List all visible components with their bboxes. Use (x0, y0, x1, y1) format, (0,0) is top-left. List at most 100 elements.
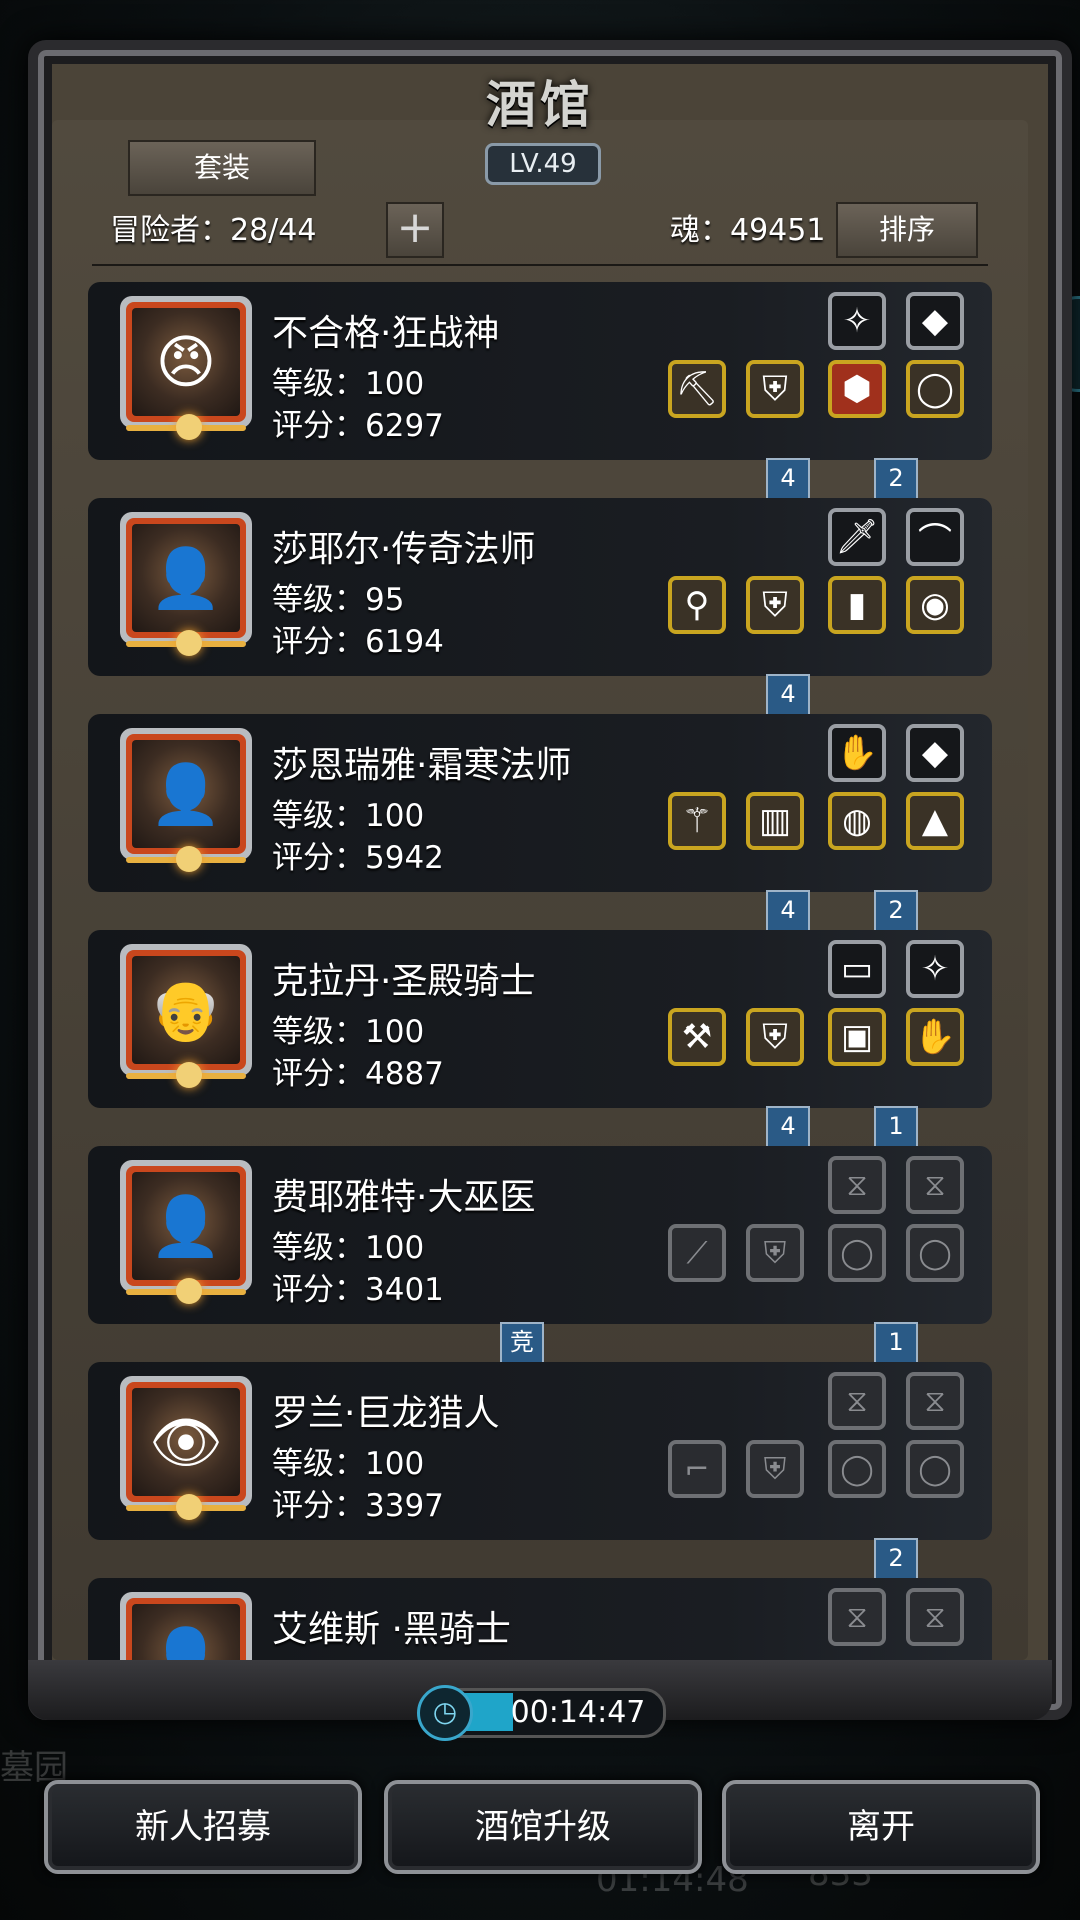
hero-level: 等级：100 (272, 798, 425, 834)
title-plate: 酒馆 LV.49 (420, 55, 660, 185)
tavern-level-badge: LV.49 (485, 143, 601, 185)
artifact-slot[interactable]: ⧖ (828, 1372, 886, 1430)
equipment-slot[interactable]: ⛨ (746, 1008, 804, 1066)
hero-score: 评分：6297 (272, 408, 444, 444)
equipment-slot[interactable]: ⚚ (668, 792, 726, 850)
equipment-slot[interactable]: ▥ (746, 792, 804, 850)
equipment-slot[interactable]: ⬢ (828, 360, 886, 418)
portrait-frame: 👁 (126, 1382, 246, 1502)
artifact-slot[interactable]: ⧖ (906, 1588, 964, 1646)
portrait-frame: 👤 (126, 1598, 246, 1662)
hero-level: 等级：100 (272, 1014, 425, 1050)
adventurer-count: 冒险者：28/44 (110, 213, 317, 248)
hero-score: 评分：6194 (272, 624, 444, 660)
artifact-slot[interactable]: 🗡 (828, 508, 886, 566)
hero-portrait[interactable]: 😠 (120, 296, 252, 440)
hero-avatar: 👴 (132, 956, 240, 1064)
equipment-slot[interactable]: ⛨ (746, 1440, 804, 1498)
moon-emblem-icon (120, 1062, 252, 1090)
timer-text: 00:14:47 (510, 1695, 646, 1730)
equipment-slot[interactable]: ⚒ (668, 1008, 726, 1066)
hero-avatar: 😠 (132, 308, 240, 416)
hero-card[interactable]: 👁 罗兰·巨龙猎人 等级：100 评分：3397 ⧖ ⧖ ⌐ ⛨ ◯ ◯ (88, 1362, 992, 1540)
hero-card[interactable]: 😠 不合格·狂战神等级：100 评分：6297 ✧ ◆ ⛏ ⛨ ⬢ ◯ (88, 282, 992, 460)
hero-avatar: 👤 (132, 740, 240, 848)
equipment-slot[interactable]: ✋ (906, 1008, 964, 1066)
artifact-slot[interactable]: ✧ (828, 292, 886, 350)
hero-card[interactable]: 👤 莎恩瑞雅·霜寒法师 等级：100 评分：5942 ✋ ◆ ⚚ ▥ ◍ ▲ (88, 714, 992, 892)
equipment-slot[interactable]: ⛨ (746, 576, 804, 634)
hero-name: 不合格·狂战神 (272, 313, 500, 354)
add-slot-button[interactable]: + (386, 202, 444, 258)
hero-portrait[interactable]: 👁 (120, 1376, 252, 1520)
hero-card[interactable]: 👤 费耶雅特·大巫医 等级：100 评分：3401 ⧖ ⧖ ⟋ ⛨ ◯ ◯ (88, 1146, 992, 1324)
hero-level: 等级：100 (272, 1230, 425, 1266)
hero-level: 等级：95 (272, 582, 405, 618)
hero-avatar: 👤 (132, 524, 240, 632)
artifact-slot[interactable]: ⧖ (906, 1372, 964, 1430)
page-title: 酒馆 (486, 75, 594, 134)
equipment-slot[interactable]: ▲ (906, 792, 964, 850)
artifact-slot[interactable]: ▭ (828, 940, 886, 998)
hero-card[interactable]: 👤艾维斯 ·黑骑士等级⧖⧖ (88, 1578, 992, 1662)
moon-emblem-icon (120, 630, 252, 658)
equipment-slot[interactable]: ◯ (828, 1440, 886, 1498)
leave-button[interactable]: 离开 (722, 1780, 1040, 1874)
equipment-slot[interactable]: ⛏ (668, 360, 726, 418)
hero-avatar: 👤 (132, 1172, 240, 1280)
hero-portrait[interactable]: 👤 (120, 728, 252, 872)
hero-name: 克拉丹·圣殿骑士 (272, 961, 536, 1002)
hero-name: 莎耶尔·传奇法师 (272, 529, 536, 570)
equipment-slot[interactable]: ⚲ (668, 576, 726, 634)
equipment-slot[interactable]: ◍ (828, 792, 886, 850)
portrait-frame: 👤 (126, 734, 246, 854)
equipment-slot[interactable]: ⟋ (668, 1224, 726, 1282)
equipment-slot[interactable]: ▣ (828, 1008, 886, 1066)
hero-avatar: 👁 (132, 1388, 240, 1496)
hero-name: 莎恩瑞雅·霜寒法师 (272, 745, 572, 786)
artifact-slot[interactable]: ⌒ (906, 508, 964, 566)
hero-score: 评分：3401 (272, 1272, 444, 1308)
moon-emblem-icon (120, 1494, 252, 1522)
hero-portrait[interactable]: 👴 (120, 944, 252, 1088)
moon-emblem-icon (120, 846, 252, 874)
hero-portrait[interactable]: 👤 (120, 1160, 252, 1304)
equipment-slot[interactable]: ⛨ (746, 360, 804, 418)
sort-button[interactable]: 排序 (836, 202, 978, 258)
hero-score: 评分：4887 (272, 1056, 444, 1092)
hero-card[interactable]: 👤 莎耶尔·传奇法师等级：95 评分：6194 🗡 ⌒ ⚲ ⛨ ▮ ◉ (88, 498, 992, 676)
equipment-slot[interactable]: ◯ (906, 1440, 964, 1498)
artifact-slot[interactable]: ⧖ (828, 1588, 886, 1646)
tavern-upgrade-button[interactable]: 酒馆升级 (384, 1780, 702, 1874)
hero-portrait[interactable]: 👤 (120, 1592, 252, 1662)
hero-level: 等级：100 (272, 1446, 425, 1482)
artifact-slot[interactable]: ⧖ (828, 1156, 886, 1214)
equipment-slot[interactable]: ◉ (906, 576, 964, 634)
artifact-slot[interactable]: ⧖ (906, 1156, 964, 1214)
equipment-slot[interactable]: ▮ (828, 576, 886, 634)
portrait-frame: 👤 (126, 1166, 246, 1286)
recruit-button[interactable]: 新人招募 (44, 1780, 362, 1874)
equipment-slot[interactable]: ◯ (906, 1224, 964, 1282)
hero-avatar: 👤 (132, 1604, 240, 1662)
artifact-slot[interactable]: ◆ (906, 724, 964, 782)
artifact-slot[interactable]: ✧ (906, 940, 964, 998)
equipment-slot[interactable]: ⛨ (746, 1224, 804, 1282)
hero-card[interactable]: 👴 克拉丹·圣殿骑士等级：100 评分：4887 ▭ ✧ ⚒ ⛨ ▣ ✋ (88, 930, 992, 1108)
portrait-frame: 👤 (126, 518, 246, 638)
hero-list[interactable]: 😠 不合格·狂战神 等级：100 评分：6297 ✧ ◆ ⛏ ⛨ ⬢ ◯ 4 2 👤 莎耶尔·传奇法师 等级… (88, 282, 992, 1662)
hero-level: 等级：100 (272, 366, 425, 402)
portrait-frame: 😠 (126, 302, 246, 422)
suit-button[interactable]: 套装 (128, 140, 316, 196)
hero-portrait[interactable]: 👤 (120, 512, 252, 656)
artifact-slot[interactable]: ◆ (906, 292, 964, 350)
hero-name: 艾维斯 ·黑骑士 (272, 1609, 511, 1650)
equipment-slot[interactable]: ◯ (828, 1224, 886, 1282)
equipment-slot[interactable]: ⌐ (668, 1440, 726, 1498)
recruit-timer: ◷ 00:14:47 (417, 1685, 666, 1741)
artifact-slot[interactable]: ✋ (828, 724, 886, 782)
moon-emblem-icon (120, 1278, 252, 1306)
equipment-slot[interactable]: ◯ (906, 360, 964, 418)
clock-icon: ◷ (417, 1685, 473, 1741)
moon-emblem-icon (120, 414, 252, 442)
